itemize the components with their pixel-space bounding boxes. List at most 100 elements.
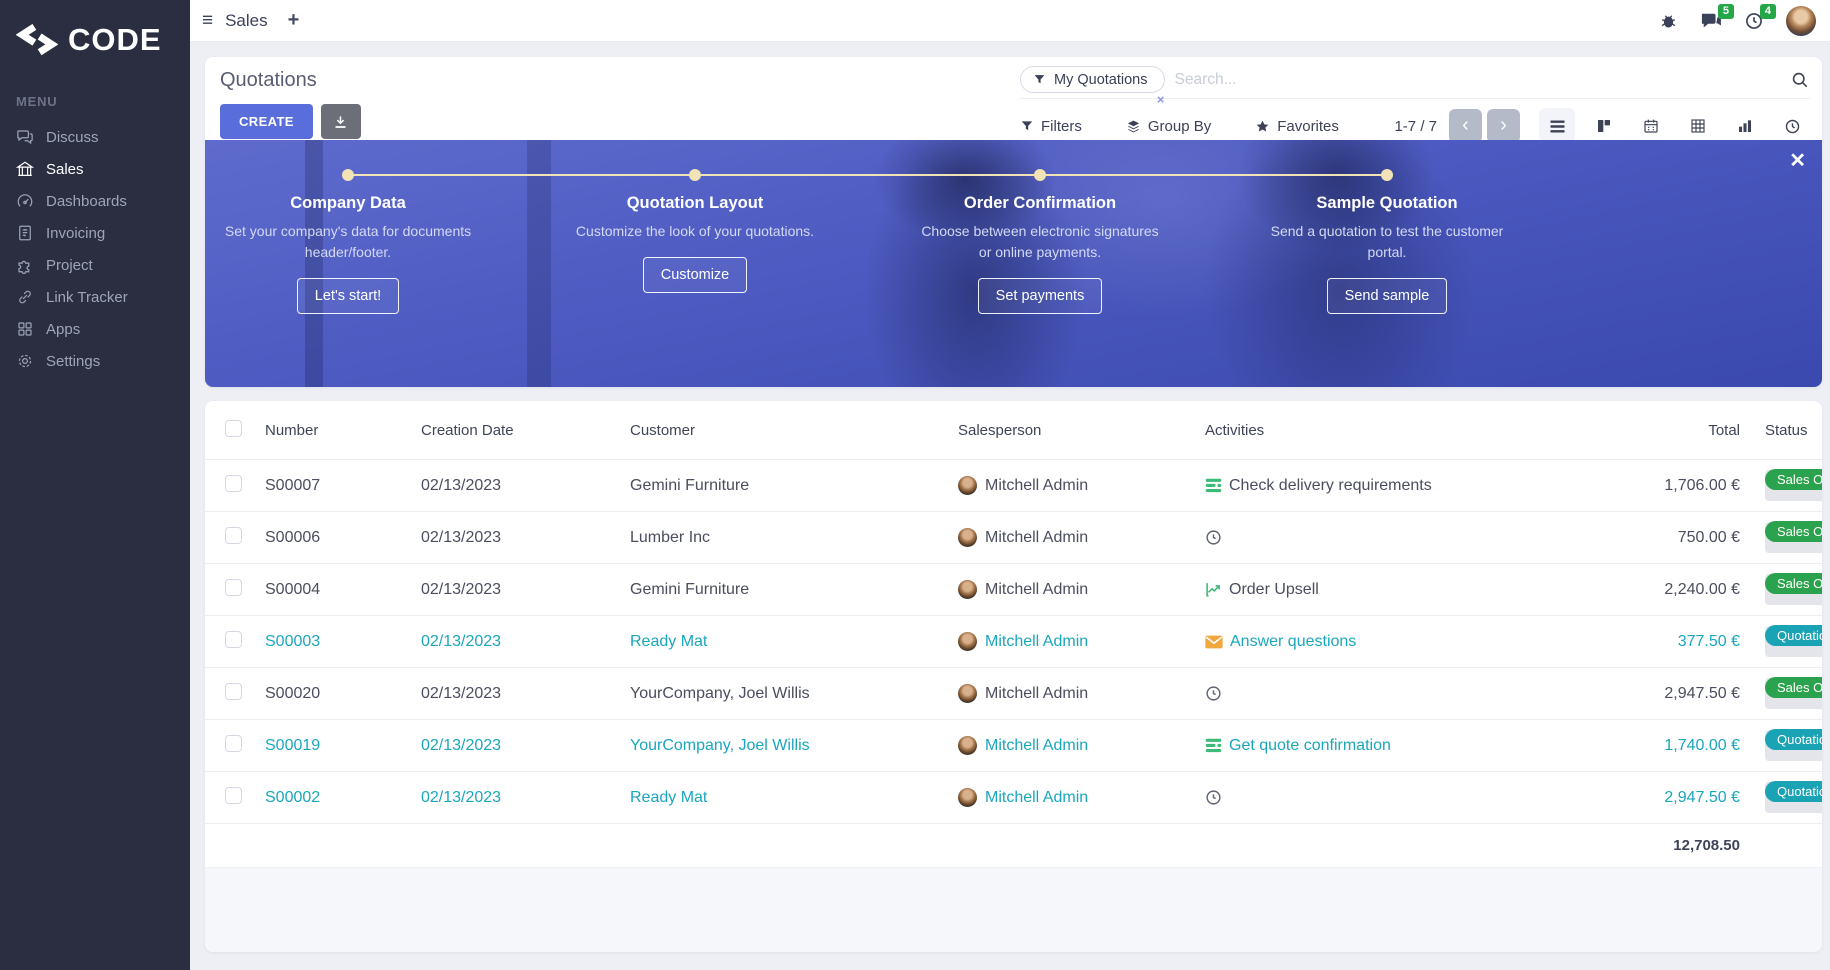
search-facet[interactable]: My Quotations [1020,66,1165,93]
customize-button[interactable]: Customize [642,257,748,293]
row-checkbox[interactable] [225,526,242,544]
sales-quotations-page: CODE MENU Discuss Sales Dashboards Invoi… [0,0,1830,970]
activity-label: Check delivery requirements [1229,476,1432,494]
calendar-view-button[interactable] [1633,108,1669,144]
creation-date: 02/13/2023 [421,736,502,754]
filter-funnel-icon [1020,119,1034,133]
sidebar-item-discuss[interactable]: Discuss [0,121,190,153]
menu-toggle-icon[interactable]: ≡ [202,11,213,30]
salesperson-avatar [958,736,977,755]
list-view-button[interactable] [1539,108,1575,144]
messages-icon[interactable]: 5 [1700,3,1734,31]
customer-name: Lumber Inc [630,528,711,546]
user-avatar[interactable] [1786,5,1816,36]
status-stage[interactable]: Quotation [1765,729,1822,761]
main-content: Quotations CREATE My Quotations × Search… [190,42,1830,970]
pager-next-button[interactable]: › [1487,109,1520,143]
table-row[interactable]: S00003 02/13/2023 Ready Mat Mitchell Adm… [205,616,1822,668]
send-sample-button[interactable]: Send sample [1326,278,1448,314]
status-stage[interactable]: Sales Order [1765,573,1822,605]
lets-start-button[interactable]: Let's start! [296,278,400,314]
status-stage[interactable]: Quotation [1765,781,1822,813]
search-input[interactable] [1174,70,1790,89]
row-checkbox[interactable] [225,578,242,596]
column-header-creation-date[interactable]: Creation Date [421,422,630,439]
activity-cell[interactable]: Order Upsell [1205,581,1585,599]
status-stage[interactable]: Sales Order [1765,469,1822,501]
column-header-customer[interactable]: Customer [630,422,958,439]
column-header-activities[interactable]: Activities [1205,422,1585,439]
sidebar-item-dashboards[interactable]: Dashboards [0,185,190,217]
new-tab-button[interactable]: + [288,9,300,32]
creation-date: 02/13/2023 [421,788,502,806]
activity-cell[interactable] [1205,529,1585,546]
logo-text: CODE [68,22,162,57]
column-header-salesperson[interactable]: Salesperson [958,422,1205,439]
activity-cell[interactable]: Check delivery requirements [1205,477,1585,495]
activities-clock-icon[interactable]: 4 [1744,3,1776,31]
sidebar-item-sales[interactable]: Sales [0,153,190,185]
create-button[interactable]: CREATE [220,104,313,139]
sidebar-item-label: Project [46,256,93,274]
table-row[interactable]: S00006 02/13/2023 Lumber Inc Mitchell Ad… [205,512,1822,564]
app-title-tab[interactable]: Sales [225,11,268,31]
table-row[interactable]: S00007 02/13/2023 Gemini Furniture Mitch… [205,460,1822,512]
column-header-total[interactable]: Total [1585,422,1740,439]
activity-view-button[interactable] [1774,108,1810,144]
row-checkbox[interactable] [225,682,242,700]
sidebar-item-link-tracker[interactable]: Link Tracker [0,281,190,313]
pager-range: 1-7 / 7 [1394,117,1437,135]
activity-cell[interactable] [1205,685,1585,702]
banner-close-icon[interactable]: ✕ [1789,148,1806,173]
app-logo[interactable]: CODE [0,0,190,84]
row-checkbox[interactable] [225,474,242,492]
filters-button[interactable]: Filters [1020,118,1082,135]
row-checkbox[interactable] [225,786,242,804]
table-row[interactable]: S00004 02/13/2023 Gemini Furniture Mitch… [205,564,1822,616]
status-stage[interactable]: Sales Order [1765,521,1822,553]
row-checkbox[interactable] [225,734,242,752]
row-checkbox[interactable] [225,630,242,648]
sidebar-item-label: Apps [46,320,81,338]
kanban-view-button[interactable] [1586,108,1622,144]
tasks-icon [1205,478,1222,493]
quotation-number: S00020 [265,684,321,702]
sidebar-item-project[interactable]: Project [0,249,190,281]
set-payments-button[interactable]: Set payments [977,278,1103,314]
activity-cell[interactable]: Get quote confirmation [1205,737,1585,755]
total-amount: 2,947.50 € [1664,788,1740,806]
table-row[interactable]: S00002 02/13/2023 Ready Mat Mitchell Adm… [205,772,1822,824]
sidebar-item-settings[interactable]: Settings [0,345,190,377]
creation-date: 02/13/2023 [421,476,502,494]
footer-total: 12,708.50 [1673,837,1740,854]
favorites-button[interactable]: Favorites [1255,118,1339,135]
facet-label: My Quotations [1054,71,1148,88]
total-amount: 1,740.00 € [1664,736,1740,754]
gear-icon [16,352,34,370]
filter-funnel-icon [1033,73,1046,86]
search-icon[interactable] [1790,70,1810,90]
sidebar-item-invoicing[interactable]: Invoicing [0,217,190,249]
group-by-button[interactable]: Group By [1126,118,1211,135]
graph-view-button[interactable] [1727,108,1763,144]
table-row[interactable]: S00020 02/13/2023 YourCompany, Joel Will… [205,668,1822,720]
link-icon [16,288,34,306]
total-amount: 377.50 € [1677,632,1740,650]
activity-cell[interactable] [1205,789,1585,806]
favorites-label: Favorites [1277,117,1339,135]
status-stage[interactable]: Sales Order [1765,677,1822,709]
pager-previous-button[interactable]: ‹ [1449,109,1482,143]
sidebar-item-apps[interactable]: Apps [0,313,190,345]
pivot-view-button[interactable] [1680,108,1716,144]
activity-cell[interactable]: Answer questions [1205,633,1585,651]
export-button[interactable] [320,104,361,139]
page-title: Quotations [220,69,317,91]
table-row[interactable]: S00019 02/13/2023 YourCompany, Joel Will… [205,720,1822,772]
facet-remove-icon[interactable]: × [1157,93,1165,106]
search-bar[interactable]: My Quotations × [1020,63,1810,106]
select-all-checkbox[interactable] [225,419,242,437]
column-header-status[interactable]: Status [1740,422,1822,439]
column-header-number[interactable]: Number [265,422,421,439]
status-stage[interactable]: Quotation [1765,625,1822,657]
debug-bug-icon[interactable] [1659,11,1678,30]
